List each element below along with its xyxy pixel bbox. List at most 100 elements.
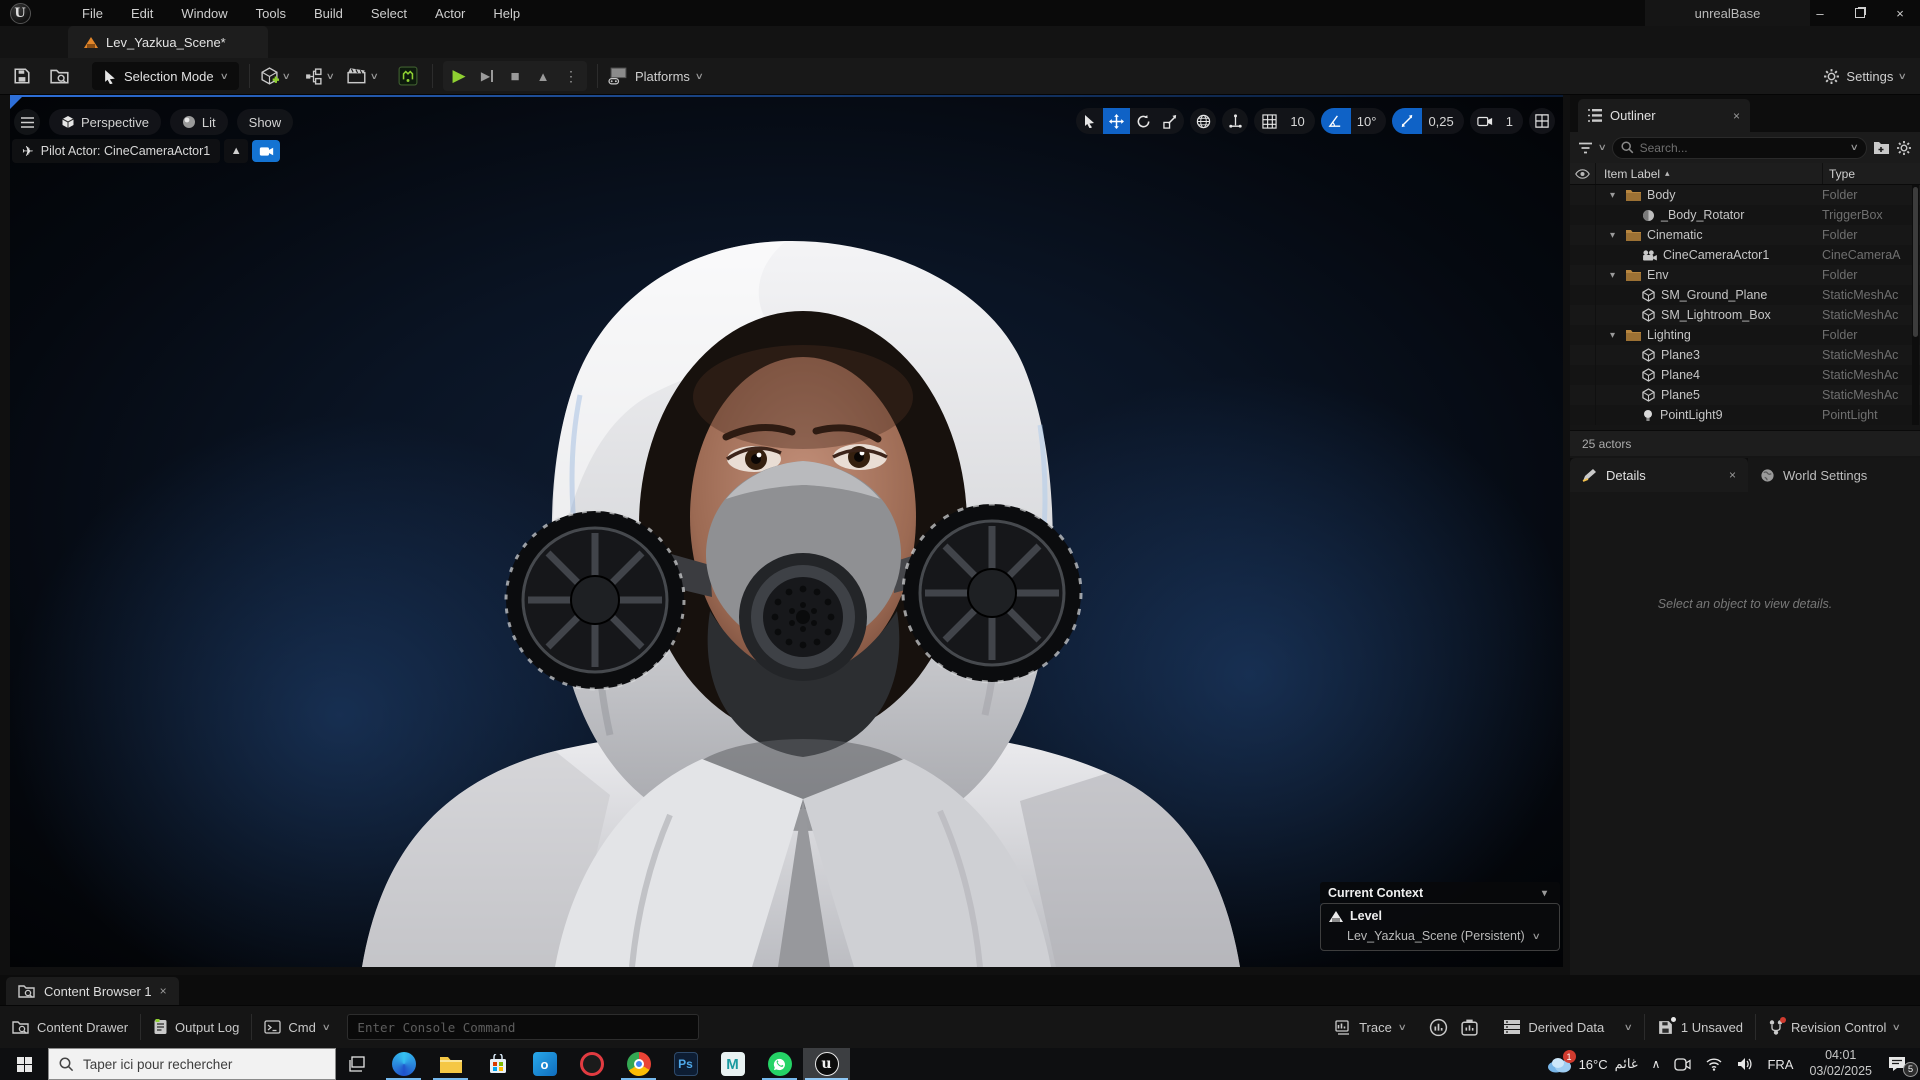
taskbar-app-photoshop[interactable]: Ps (662, 1048, 709, 1080)
surface-snapping-button[interactable] (1222, 108, 1249, 134)
network-button[interactable] (1698, 1048, 1730, 1080)
scale-tool-button[interactable] (1157, 108, 1184, 134)
visibility-column-header[interactable] (1570, 163, 1596, 184)
taskbar-app-whatsapp[interactable] (756, 1048, 803, 1080)
derived-data-dropdown[interactable]: Derived Data ∨ (1491, 1006, 1643, 1048)
content-browser-button[interactable] (46, 62, 74, 90)
menu-file[interactable]: File (68, 0, 117, 26)
show-dropdown[interactable]: Show (236, 109, 294, 135)
taskbar-app-explorer[interactable] (427, 1048, 474, 1080)
taskbar-app-store[interactable] (474, 1048, 521, 1080)
menu-window[interactable]: Window (167, 0, 241, 26)
menu-help[interactable]: Help (479, 0, 534, 26)
taskbar-app-maya[interactable]: M (709, 1048, 756, 1080)
selection-mode-dropdown[interactable]: Selection Mode ∨ (92, 62, 240, 90)
cmd-dropdown[interactable]: Cmd ∨ (252, 1006, 341, 1048)
stop-piloting-button[interactable]: ▲ (224, 139, 249, 163)
viewport-options-button[interactable] (14, 109, 40, 135)
tab-details[interactable]: Details × (1570, 458, 1748, 492)
taskbar-clock[interactable]: 04:01 03/02/2025 (1800, 1048, 1881, 1079)
table-row[interactable]: SM_Lightroom_Box StaticMeshAc (1570, 305, 1920, 325)
taskbar-app-opera[interactable] (568, 1048, 615, 1080)
eject-button[interactable]: ▲ (529, 62, 557, 90)
table-row[interactable]: SM_Ground_Plane StaticMeshAc (1570, 285, 1920, 305)
maximize-button[interactable] (1840, 0, 1880, 26)
language-indicator[interactable]: FRA (1760, 1048, 1800, 1080)
taskbar-search[interactable]: Taper ici pour rechercher (48, 1048, 336, 1080)
close-button[interactable]: × (1880, 0, 1920, 26)
cinematics-button[interactable]: ∨ (347, 62, 379, 90)
menu-select[interactable]: Select (357, 0, 421, 26)
menu-tools[interactable]: Tools (242, 0, 300, 26)
lit-dropdown[interactable]: Lit (169, 109, 228, 135)
world-space-toggle[interactable] (1190, 108, 1217, 134)
tab-content-browser[interactable]: Content Browser 1 × (6, 977, 179, 1005)
hidden-icons-button[interactable]: ∧ (1645, 1048, 1668, 1080)
stop-button[interactable]: ■ (501, 62, 529, 90)
taskbar-weather[interactable]: 1 16°C غائم (1539, 1048, 1645, 1080)
output-log-button[interactable]: Output Log (141, 1006, 251, 1048)
taskbar-app-edge[interactable] (380, 1048, 427, 1080)
pilot-actor-button[interactable]: ✈ Pilot Actor: CineCameraActor1 (12, 139, 221, 163)
tab-scene[interactable]: Lev_Yazkua_Scene* (68, 26, 268, 58)
start-button[interactable] (0, 1048, 48, 1080)
unreal-logo-icon[interactable]: U (6, 0, 34, 26)
insights-icon[interactable] (1429, 1018, 1448, 1037)
action-center-button[interactable]: 5 (1881, 1048, 1920, 1080)
current-context-header[interactable]: Current Context ▾ (1320, 882, 1560, 903)
frame-skip-button[interactable]: ▶ (473, 62, 501, 90)
outliner-settings-gear-icon[interactable] (1896, 140, 1912, 156)
save-button[interactable] (8, 62, 36, 90)
blueprints-button[interactable]: ∨ (304, 62, 335, 90)
move-tool-button[interactable] (1103, 108, 1131, 134)
table-row[interactable]: ▾ Body Folder (1570, 185, 1920, 205)
stats-capture-icon[interactable] (1460, 1018, 1479, 1037)
taskbar-app-chrome[interactable] (615, 1048, 662, 1080)
close-icon[interactable]: × (1733, 109, 1740, 123)
item-label-column-header[interactable]: Item Label ▴ (1596, 167, 1822, 181)
expand-caret-icon[interactable]: ▾ (1610, 330, 1620, 341)
filter-icon[interactable] (1578, 142, 1593, 154)
table-row[interactable]: PointLight9 PointLight (1570, 405, 1920, 425)
type-column-header[interactable]: Type (1822, 163, 1920, 184)
table-row[interactable]: ▾ Lighting Folder (1570, 325, 1920, 345)
tab-world-settings[interactable]: World Settings (1748, 458, 1920, 492)
rotation-snap-control[interactable]: 10° (1320, 108, 1387, 134)
task-view-button[interactable] (336, 1048, 380, 1080)
close-icon[interactable]: × (1729, 468, 1736, 482)
new-folder-icon[interactable] (1873, 140, 1890, 155)
scale-snap-control[interactable]: 0,25 (1392, 108, 1464, 134)
minimize-button[interactable]: – (1800, 0, 1840, 26)
level-selector[interactable]: Lev_Yazkua_Scene (Persistent) ∨ (1347, 929, 1551, 943)
table-row[interactable]: CineCameraActor1 CineCameraA (1570, 245, 1920, 265)
taskbar-app-outlook[interactable]: o (521, 1048, 568, 1080)
unsaved-button[interactable]: 1 Unsaved (1645, 1006, 1755, 1048)
pilot-camera-view-toggle[interactable] (252, 140, 281, 162)
play-button[interactable]: ▶ (445, 62, 473, 90)
outliner-scrollbar[interactable] (1912, 185, 1919, 425)
grid-snap-control[interactable]: 10 (1254, 108, 1315, 134)
close-icon[interactable]: × (160, 984, 167, 998)
add-actor-button[interactable]: ∨ (260, 62, 291, 90)
platforms-dropdown[interactable]: Platforms ∨ (608, 67, 704, 85)
menu-actor[interactable]: Actor (421, 0, 479, 26)
camera-speed-control[interactable]: 1 (1469, 108, 1523, 134)
rotate-tool-button[interactable] (1130, 108, 1157, 134)
expand-caret-icon[interactable]: ▾ (1610, 270, 1620, 281)
outliner-search-input[interactable]: Search... ∨ (1611, 136, 1867, 159)
table-row[interactable]: ▾ Env Folder (1570, 265, 1920, 285)
console-command-input[interactable] (347, 1014, 700, 1040)
revision-control-dropdown[interactable]: Revision Control ∨ (1756, 1006, 1912, 1048)
viewport-scene[interactable] (10, 95, 1563, 967)
expand-caret-icon[interactable]: ▾ (1610, 230, 1620, 241)
level-viewport[interactable]: Perspective Lit Show 10 10° 0,25 1 ✈ Pil… (10, 95, 1563, 967)
table-row[interactable]: _Body_Rotator TriggerBox (1570, 205, 1920, 225)
meet-now-button[interactable] (1667, 1048, 1698, 1080)
play-options-button[interactable]: ⋮ (557, 62, 585, 90)
menu-build[interactable]: Build (300, 0, 357, 26)
trace-dropdown[interactable]: Trace ∨ (1323, 1006, 1417, 1048)
settings-dropdown[interactable]: Settings ∨ (1823, 58, 1907, 95)
expand-caret-icon[interactable]: ▾ (1610, 190, 1620, 201)
table-row[interactable]: Plane4 StaticMeshAc (1570, 365, 1920, 385)
taskbar-app-unreal[interactable]: u (803, 1048, 850, 1080)
